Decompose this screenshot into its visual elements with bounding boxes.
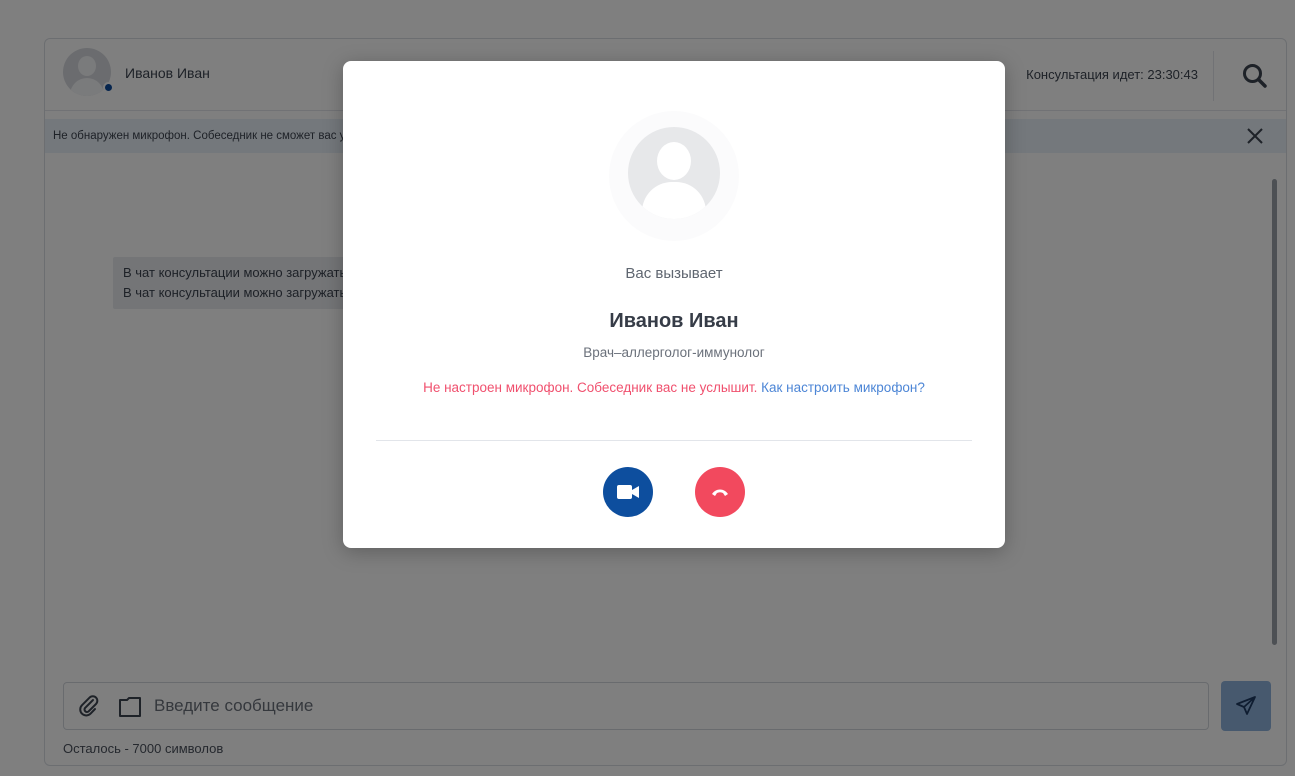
calling-label: Вас вызывает: [625, 265, 723, 282]
caller-name: Иванов Иван: [609, 310, 739, 332]
hang-up-icon: [712, 489, 728, 496]
incoming-call-modal: Вас вызывает Иванов Иван Врач–аллерголог…: [343, 61, 1005, 548]
modal-divider: [376, 440, 972, 441]
decline-call-button[interactable]: [695, 467, 745, 517]
video-camera-icon: [617, 485, 639, 499]
mic-warning: Не настроен микрофон. Собеседник вас не …: [403, 379, 945, 397]
caller-avatar: [628, 127, 720, 219]
mic-warning-text: Не настроен микрофон. Собеседник вас не …: [423, 380, 758, 395]
mic-help-link[interactable]: Как настроить микрофон?: [761, 380, 925, 395]
accept-video-call-button[interactable]: [603, 467, 653, 517]
caller-role: Врач–аллерголог-иммунолог: [583, 345, 765, 360]
